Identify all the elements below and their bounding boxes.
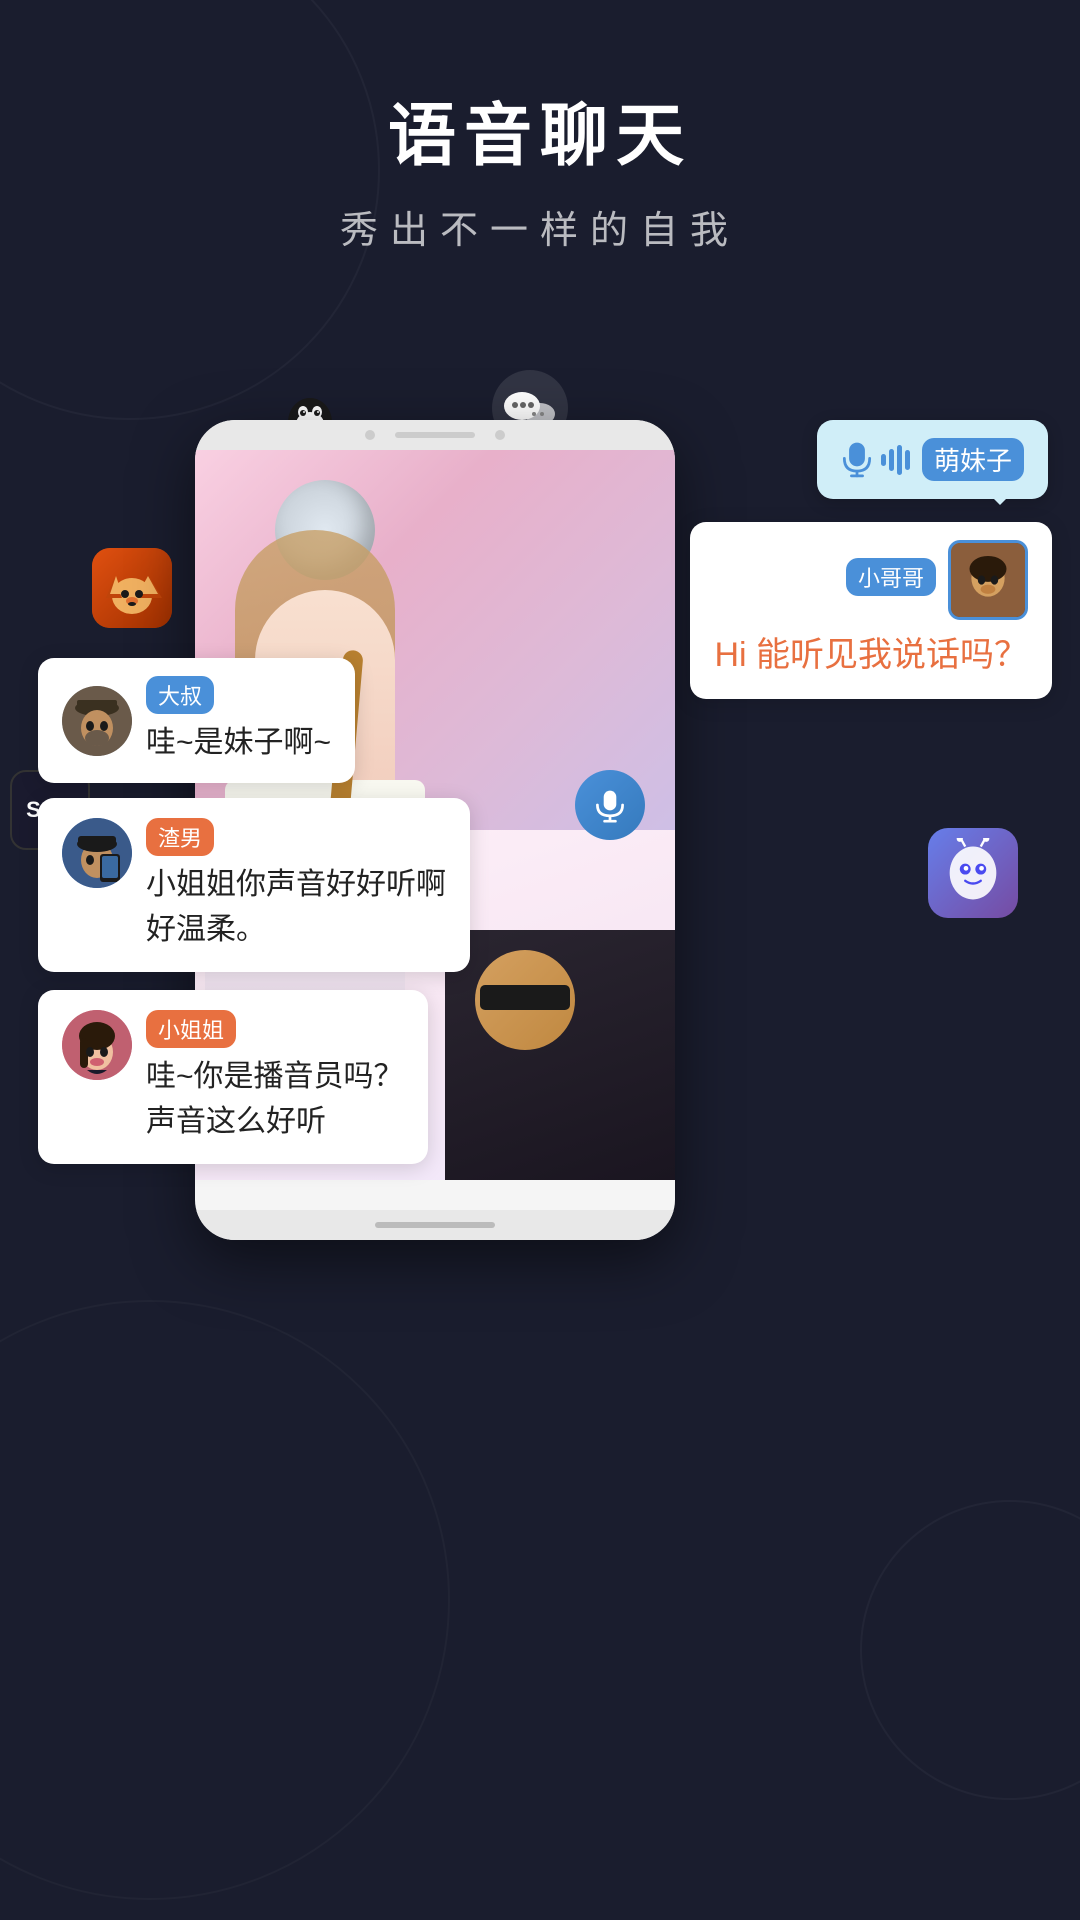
main-title: 语音聊天 bbox=[0, 80, 1080, 179]
mic-area bbox=[841, 441, 910, 479]
guy-face bbox=[475, 950, 575, 1050]
avatar-zhenan bbox=[62, 818, 132, 888]
sound-waves bbox=[881, 445, 910, 475]
bubble-dashu: 大叔 哇~是妹子啊~ bbox=[38, 658, 355, 783]
phone-mic-button[interactable] bbox=[575, 770, 645, 840]
xiaojj-tag: 小姐姐 bbox=[146, 1010, 236, 1048]
xiaojj-content: 小姐姐 哇~你是播音员吗？ 声音这么好听 bbox=[146, 1010, 404, 1144]
sub-title: 秀出不一样的自我 bbox=[0, 199, 1080, 254]
avatar-dashu bbox=[62, 686, 132, 756]
xiaojj-message: 哇~你是播音员吗？ 声音这么好听 bbox=[146, 1054, 404, 1144]
phone-top-bar bbox=[195, 420, 675, 450]
title-area: 语音聊天 秀出不一样的自我 bbox=[0, 80, 1080, 254]
phone-speaker bbox=[395, 432, 475, 438]
zhenan-tag: 渣男 bbox=[146, 818, 214, 856]
wave-3 bbox=[897, 445, 902, 475]
bubble-xiaogg: 小哥哥 Hi 能听见我说话吗？ bbox=[690, 522, 1052, 699]
zhenan-content: 渣男 小姐姐你声音好好听啊 好温柔。 bbox=[146, 818, 446, 952]
phone-camera-2 bbox=[495, 430, 505, 440]
bubble-xiaojj: 小姐姐 哇~你是播音员吗？ 声音这么好听 bbox=[38, 990, 428, 1164]
avatar-xiaogg bbox=[948, 540, 1028, 620]
home-bar bbox=[375, 1222, 495, 1228]
xiaogg-inner: 小哥哥 Hi 能听见我说话吗？ bbox=[714, 540, 1028, 681]
phone-camera bbox=[365, 430, 375, 440]
wave-4 bbox=[905, 450, 910, 470]
mengmeizi-tag: 萌妹子 bbox=[922, 438, 1024, 481]
bubble-zhenan: 渣男 小姐姐你声音好好听啊 好温柔。 bbox=[38, 798, 470, 972]
xiaogg-header: 小哥哥 bbox=[846, 540, 1028, 620]
guy-dark-bg bbox=[445, 930, 675, 1180]
xiaogg-tag: 小哥哥 bbox=[846, 558, 936, 596]
wave-1 bbox=[881, 454, 886, 466]
dashu-tag: 大叔 bbox=[146, 676, 214, 714]
bubble-mengmeizi: 萌妹子 bbox=[817, 420, 1048, 499]
dashu-content: 大叔 哇~是妹子啊~ bbox=[146, 676, 331, 765]
bg-deco-2 bbox=[860, 1500, 1080, 1800]
fox-app-icon bbox=[92, 548, 172, 628]
dashu-message: 哇~是妹子啊~ bbox=[146, 720, 331, 765]
wave-2 bbox=[889, 449, 894, 471]
sunglasses bbox=[480, 985, 570, 1010]
phone-home-indicator bbox=[195, 1210, 675, 1240]
bg-deco-3 bbox=[0, 1300, 450, 1900]
avatar-xiaojj bbox=[62, 1010, 132, 1080]
xiaogg-message: Hi 能听见我说话吗？ bbox=[714, 630, 1028, 681]
zhenan-message: 小姐姐你声音好好听啊 好温柔。 bbox=[146, 862, 446, 952]
faceu-app-icon bbox=[928, 828, 1018, 918]
